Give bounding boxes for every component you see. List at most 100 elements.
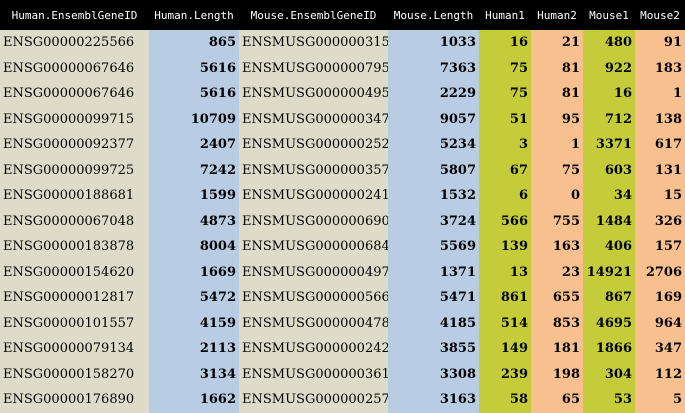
- mouse2-cell: 964: [635, 310, 685, 336]
- table-row: ENSG000000791342113ENSMUSG00000024287385…: [0, 336, 685, 362]
- mouse-length-cell: 3308: [388, 361, 479, 387]
- mouse-gene-id-cell: ENSMUSG00000079509: [239, 55, 388, 81]
- human2-cell: 0: [531, 183, 583, 209]
- human-length-cell: 10709: [149, 106, 239, 132]
- mouse-length-cell: 3724: [388, 208, 479, 234]
- mouse1-cell: 1484: [583, 208, 635, 234]
- mouse-length-cell: 3855: [388, 336, 479, 362]
- mouse2-cell: 157: [635, 234, 685, 260]
- mouse-gene-id-cell: ENSMUSG00000031590: [239, 30, 388, 56]
- human1-cell: 3: [479, 132, 531, 158]
- human2-cell: 163: [531, 234, 583, 260]
- header-human-length: Human.Length: [149, 0, 239, 30]
- table-row: ENSG000000923772407ENSMUSG00000025246523…: [0, 132, 685, 158]
- mouse1-cell: 16: [583, 81, 635, 107]
- header-human1: Human1: [479, 0, 531, 30]
- human2-cell: 755: [531, 208, 583, 234]
- mouse1-cell: 712: [583, 106, 635, 132]
- human-length-cell: 8004: [149, 234, 239, 260]
- human1-cell: 139: [479, 234, 531, 260]
- human-gene-id-cell: ENSG00000101557: [0, 310, 149, 336]
- human-length-cell: 4159: [149, 310, 239, 336]
- mouse-gene-id-cell: ENSMUSG00000035725: [239, 157, 388, 183]
- human-gene-id-cell: ENSG00000183878: [0, 234, 149, 260]
- human-gene-id-cell: ENSG00000067048: [0, 208, 149, 234]
- mouse-gene-id-cell: ENSMUSG00000049576: [239, 81, 388, 107]
- mouse2-cell: 112: [635, 361, 685, 387]
- table-row: ENSG000000670484873ENSMUSG00000069045372…: [0, 208, 685, 234]
- mouse2-cell: 2706: [635, 259, 685, 285]
- human-length-cell: 5472: [149, 285, 239, 311]
- mouse1-cell: 406: [583, 234, 635, 260]
- human-gene-id-cell: ENSG00000012817: [0, 285, 149, 311]
- human1-cell: 75: [479, 81, 531, 107]
- mouse1-cell: 53: [583, 387, 635, 413]
- header-human-gene-id: Human.EnsemblGeneID: [0, 0, 149, 30]
- human1-cell: 51: [479, 106, 531, 132]
- mouse-gene-id-cell: ENSMUSG00000056673: [239, 285, 388, 311]
- table-body: ENSG00000225566865ENSMUSG000000315901033…: [0, 30, 685, 413]
- table-row: ENSG000001546201669ENSMUSG00000049775137…: [0, 259, 685, 285]
- human1-cell: 6: [479, 183, 531, 209]
- mouse2-cell: 15: [635, 183, 685, 209]
- mouse2-cell: 326: [635, 208, 685, 234]
- human1-cell: 514: [479, 310, 531, 336]
- header-mouse1: Mouse1: [583, 0, 635, 30]
- human-length-cell: 1669: [149, 259, 239, 285]
- mouse2-cell: 347: [635, 336, 685, 362]
- human1-cell: 75: [479, 55, 531, 81]
- mouse-length-cell: 7363: [388, 55, 479, 81]
- human-length-cell: 2407: [149, 132, 239, 158]
- human1-cell: 149: [479, 336, 531, 362]
- mouse1-cell: 922: [583, 55, 635, 81]
- human2-cell: 21: [531, 30, 583, 56]
- table-row: ENSG000001768901662ENSMUSG00000025747316…: [0, 387, 685, 413]
- mouse-gene-id-cell: ENSMUSG00000069045: [239, 208, 388, 234]
- mouse-length-cell: 1033: [388, 30, 479, 56]
- gene-expression-table: Human.EnsemblGeneID Human.Length Mouse.E…: [0, 0, 685, 413]
- mouse1-cell: 304: [583, 361, 635, 387]
- human-length-cell: 865: [149, 30, 239, 56]
- mouse-length-cell: 5471: [388, 285, 479, 311]
- header-mouse-length: Mouse.Length: [388, 0, 479, 30]
- mouse-gene-id-cell: ENSMUSG00000025747: [239, 387, 388, 413]
- mouse2-cell: 617: [635, 132, 685, 158]
- mouse-length-cell: 5234: [388, 132, 479, 158]
- human-gene-id-cell: ENSG00000079134: [0, 336, 149, 362]
- human-gene-id-cell: ENSG00000158270: [0, 361, 149, 387]
- human1-cell: 566: [479, 208, 531, 234]
- human-gene-id-cell: ENSG00000067646: [0, 81, 149, 107]
- human-length-cell: 7242: [149, 157, 239, 183]
- human1-cell: 239: [479, 361, 531, 387]
- mouse2-cell: 131: [635, 157, 685, 183]
- table-row: ENSG000000128175472ENSMUSG00000056673547…: [0, 285, 685, 311]
- mouse-length-cell: 1532: [388, 183, 479, 209]
- human2-cell: 81: [531, 55, 583, 81]
- mouse-gene-id-cell: ENSMUSG00000068457: [239, 234, 388, 260]
- table-row: ENSG000000676465616ENSMUSG00000049576222…: [0, 81, 685, 107]
- human-length-cell: 1599: [149, 183, 239, 209]
- human2-cell: 75: [531, 157, 583, 183]
- human-length-cell: 5616: [149, 55, 239, 81]
- mouse2-cell: 138: [635, 106, 685, 132]
- mouse-gene-id-cell: ENSMUSG00000036103: [239, 361, 388, 387]
- human2-cell: 1: [531, 132, 583, 158]
- mouse-gene-id-cell: ENSMUSG00000024287: [239, 336, 388, 362]
- header-mouse2: Mouse2: [635, 0, 685, 30]
- mouse2-cell: 5: [635, 387, 685, 413]
- human-length-cell: 2113: [149, 336, 239, 362]
- human-length-cell: 5616: [149, 81, 239, 107]
- human-gene-id-cell: ENSG00000188681: [0, 183, 149, 209]
- human2-cell: 198: [531, 361, 583, 387]
- table-row: ENSG000001015574159ENSMUSG00000047879418…: [0, 310, 685, 336]
- mouse2-cell: 169: [635, 285, 685, 311]
- human2-cell: 655: [531, 285, 583, 311]
- human-gene-id-cell: ENSG00000099725: [0, 157, 149, 183]
- mouse2-cell: 1: [635, 81, 685, 107]
- human1-cell: 58: [479, 387, 531, 413]
- mouse-length-cell: 4185: [388, 310, 479, 336]
- human1-cell: 13: [479, 259, 531, 285]
- human2-cell: 853: [531, 310, 583, 336]
- human1-cell: 67: [479, 157, 531, 183]
- table-row: ENSG00000225566865ENSMUSG000000315901033…: [0, 30, 685, 56]
